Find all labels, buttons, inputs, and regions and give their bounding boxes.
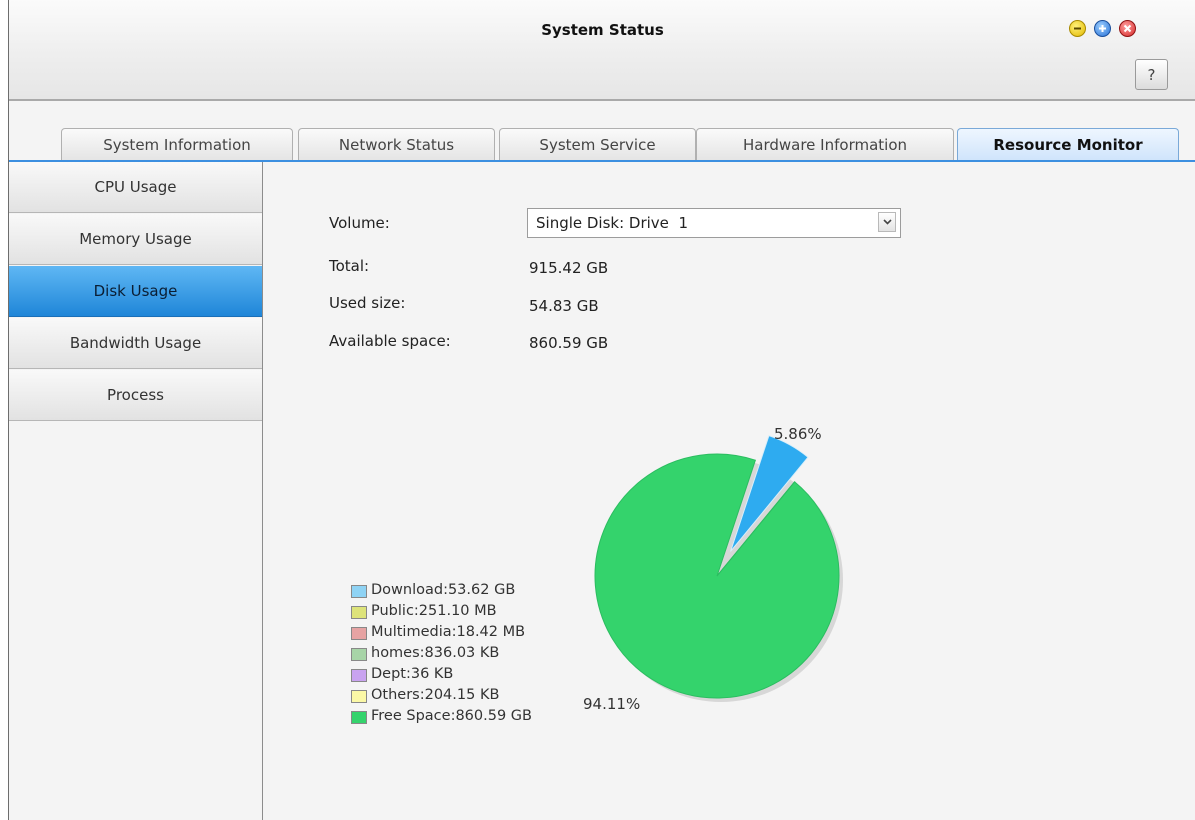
tab-label: Network Status [338,136,455,154]
legend-swatch [351,669,367,682]
sidebar-item-bandwidth-usage[interactable]: Bandwidth Usage [9,318,262,369]
legend-label: Multimedia:18.42 MB [371,624,526,640]
tab-label: System Information [103,136,251,154]
pie-slice [594,453,840,699]
sidebar-item-label: CPU Usage [94,178,177,196]
tab-label: Hardware Information [742,136,908,154]
legend-swatch [351,585,367,598]
sidebar-item-cpu-usage[interactable]: CPU Usage [9,162,262,213]
title-bar: System Status ? [9,0,1195,101]
system-status-window: System Status ? System Information Netwo… [8,0,1195,820]
tab-system-information[interactable]: System Information [61,128,293,161]
sidebar: CPU Usage Memory Usage Disk Usage Bandwi… [9,162,263,820]
slice-label-free-space: 94.11% [583,695,641,713]
legend-label: Others:204.15 KB [371,687,500,703]
maximize-icon[interactable] [1094,20,1111,37]
minimize-icon[interactable] [1069,20,1086,37]
sidebar-item-label: Memory Usage [79,230,192,248]
close-icon[interactable] [1119,20,1136,37]
legend-swatch [351,648,367,661]
legend-swatch [351,627,367,640]
sidebar-item-disk-usage[interactable]: Disk Usage [9,266,262,317]
legend-swatch [351,711,367,724]
tab-label: Resource Monitor [993,136,1143,154]
window-title: System Status [541,21,664,39]
legend-label: Dept:36 KB [371,666,454,682]
help-button[interactable]: ? [1135,59,1168,90]
tab-hardware-information[interactable]: Hardware Information [696,128,954,161]
tab-resource-monitor[interactable]: Resource Monitor [957,128,1179,161]
tab-bar: System Information Network Status System… [9,128,1195,161]
legend-label: Download:53.62 GB [371,582,516,598]
help-icon: ? [1147,65,1156,84]
sidebar-item-memory-usage[interactable]: Memory Usage [9,214,262,265]
sidebar-item-process[interactable]: Process [9,370,262,421]
tab-system-service[interactable]: System Service [499,128,696,161]
legend-label: Public:251.10 MB [371,603,497,619]
legend-label: Free Space:860.59 GB [371,708,532,724]
disk-usage-panel: Volume: Single Disk: Drive 1 Total: 915.… [263,162,1195,820]
sidebar-item-label: Bandwidth Usage [69,334,202,352]
sidebar-item-label: Process [107,386,164,404]
tab-label: System Service [539,136,656,154]
slice-label-download: 5.86% [774,425,822,443]
legend-swatch [351,606,367,619]
legend-label: homes:836.03 KB [371,645,500,661]
legend-swatch [351,690,367,703]
tab-network-status[interactable]: Network Status [298,128,495,161]
sidebar-item-label: Disk Usage [93,282,178,300]
